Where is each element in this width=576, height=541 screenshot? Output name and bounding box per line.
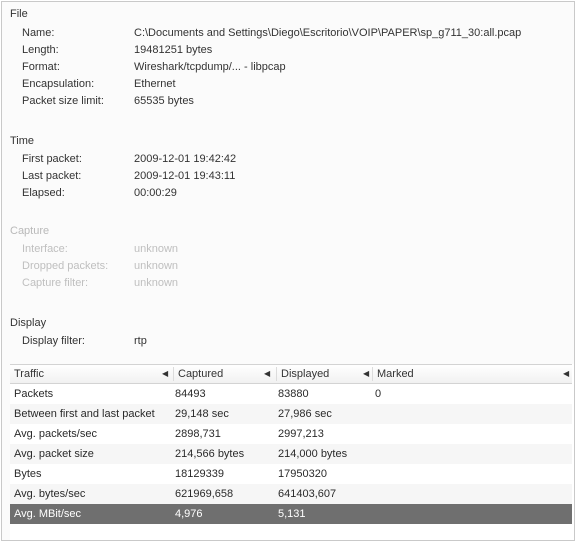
table-cell: Packets <box>14 388 54 400</box>
column-header-captured-label: Captured <box>178 368 224 380</box>
table-row[interactable]: Avg. packets/sec 2898,731 2997,213 <box>10 424 572 444</box>
file-length-label: Length: <box>22 44 59 56</box>
table-row[interactable]: Between first and last packet 29,148 sec… <box>10 404 572 424</box>
file-size-limit-value: 65535 bytes <box>134 95 194 107</box>
table-header: Traffic ◀ Captured ◀ Displayed ◀ Marked … <box>10 364 572 384</box>
capture-section-title: Capture <box>10 225 50 237</box>
first-packet-value: 2009-12-01 19:42:42 <box>134 153 237 165</box>
dropped-packets-value: unknown <box>134 260 179 272</box>
table-cell: 2997,213 <box>278 428 324 440</box>
traffic-table: Traffic ◀ Captured ◀ Displayed ◀ Marked … <box>10 364 574 540</box>
file-format-label: Format: <box>22 61 60 73</box>
sort-arrow-icon: ◀ <box>563 369 570 378</box>
capture-filter-value: unknown <box>134 277 179 289</box>
table-cell: 17950320 <box>278 468 327 480</box>
capture-filter-label: Capture filter: <box>22 277 89 289</box>
table-cell: 5,131 <box>278 508 306 520</box>
table-cell: 18129339 <box>175 468 224 480</box>
column-divider[interactable] <box>372 367 373 381</box>
table-cell: 214,000 bytes <box>278 448 348 460</box>
column-header-marked-label: Marked <box>377 368 414 380</box>
table-cell: Between first and last packet <box>14 408 155 420</box>
interface-value: unknown <box>134 243 179 255</box>
interface-label: Interface: <box>22 243 68 255</box>
time-section-title: Time <box>10 135 35 147</box>
table-cell: 83880 <box>278 388 309 400</box>
file-name-value: C:\Documents and Settings\Diego\Escritor… <box>134 27 522 39</box>
table-cell: Avg. MBit/sec <box>14 508 82 520</box>
column-header-traffic-label: Traffic <box>14 368 44 380</box>
summary-window: File Name: C:\Documents and Settings\Die… <box>1 1 575 541</box>
file-size-limit-label: Packet size limit: <box>22 95 104 107</box>
table-cell: 214,566 bytes <box>175 448 245 460</box>
dropped-packets-label: Dropped packets: <box>22 260 109 272</box>
sort-arrow-icon: ◀ <box>264 369 271 378</box>
file-section-title: File <box>10 8 28 20</box>
table-cell: 27,986 sec <box>278 408 332 420</box>
table-row[interactable]: Bytes 18129339 17950320 <box>10 464 572 484</box>
table-cell: 29,148 sec <box>175 408 229 420</box>
table-cell: Avg. packets/sec <box>14 428 97 440</box>
elapsed-label: Elapsed: <box>22 187 65 199</box>
file-length-value: 19481251 bytes <box>134 44 213 56</box>
column-divider[interactable] <box>173 367 174 381</box>
column-header-traffic[interactable]: Traffic ◀ <box>14 365 174 383</box>
table-cell: 621969,658 <box>175 488 234 500</box>
table-cell: 2898,731 <box>175 428 221 440</box>
table-cell: Bytes <box>14 468 42 480</box>
last-packet-value: 2009-12-01 19:43:11 <box>134 170 236 182</box>
table-row[interactable]: Avg. packet size 214,566 bytes 214,000 b… <box>10 444 572 464</box>
display-filter-value: rtp <box>134 335 147 347</box>
table-cell: Avg. bytes/sec <box>14 488 86 500</box>
sort-arrow-icon: ◀ <box>363 369 370 378</box>
column-divider[interactable] <box>276 367 277 381</box>
file-name-label: Name: <box>22 27 55 39</box>
table-row[interactable]: Avg. bytes/sec 621969,658 641403,607 <box>10 484 572 504</box>
column-header-marked[interactable]: Marked ◀ <box>377 365 572 383</box>
table-cell: Avg. packet size <box>14 448 94 460</box>
table-cell: 641403,607 <box>278 488 337 500</box>
file-encapsulation-label: Encapsulation: <box>22 78 95 90</box>
column-header-captured[interactable]: Captured ◀ <box>178 365 273 383</box>
table-cell: 4,976 <box>175 508 203 520</box>
display-filter-label: Display filter: <box>22 335 85 347</box>
table-row-selected[interactable]: Avg. MBit/sec 4,976 5,131 <box>10 504 572 524</box>
sort-arrow-icon: ◀ <box>162 369 169 378</box>
last-packet-label: Last packet: <box>22 170 82 182</box>
file-encapsulation-value: Ethernet <box>134 78 176 90</box>
file-format-value: Wireshark/tcpdump/... - libpcap <box>134 61 286 73</box>
column-header-displayed-label: Displayed <box>281 368 330 380</box>
elapsed-value: 00:00:29 <box>134 187 177 199</box>
first-packet-label: First packet: <box>22 153 82 165</box>
column-header-displayed[interactable]: Displayed ◀ <box>281 365 371 383</box>
table-row[interactable]: Packets 84493 83880 0 <box>10 384 572 404</box>
table-cell: 84493 <box>175 388 206 400</box>
display-section-title: Display <box>10 317 47 329</box>
table-cell: 0 <box>375 388 382 400</box>
